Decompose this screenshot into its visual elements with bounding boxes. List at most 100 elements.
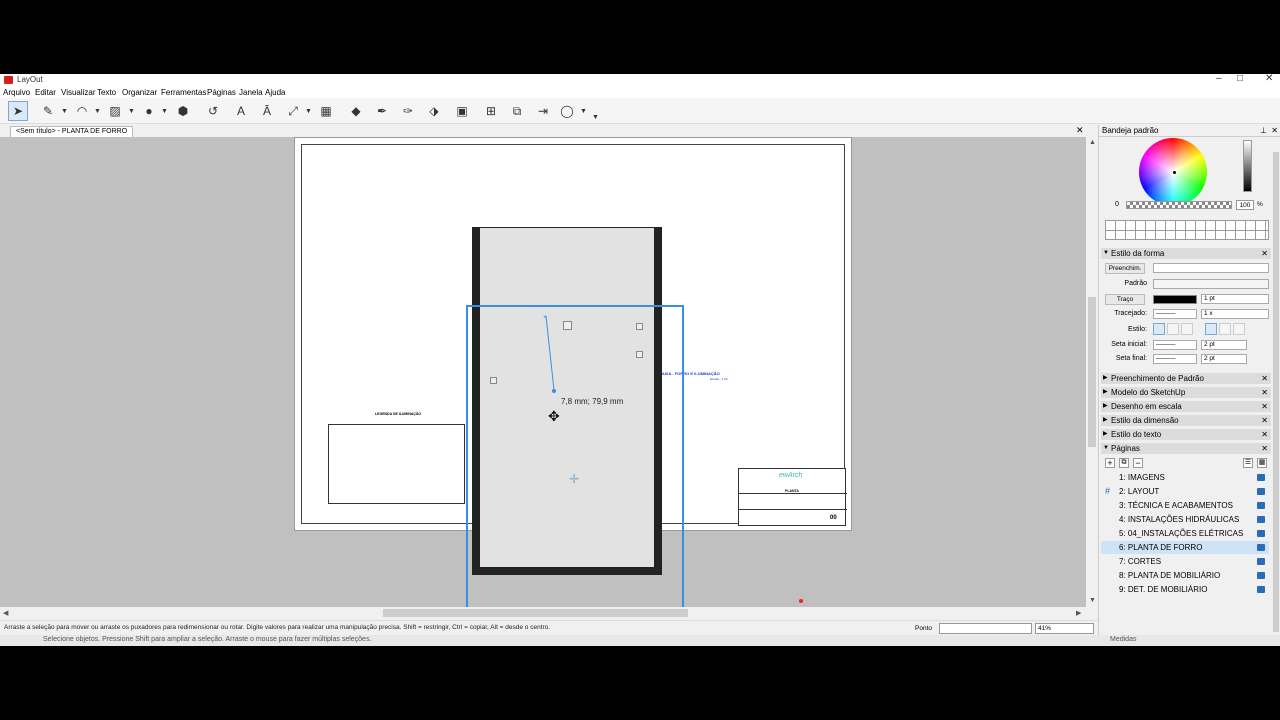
scroll-right-icon[interactable]: ▶ [1076, 609, 1081, 617]
circle-tool-icon[interactable]: ● [139, 101, 159, 121]
fill-color-field[interactable] [1153, 263, 1269, 273]
section-close-icon[interactable]: ✕ [1261, 443, 1268, 454]
vertical-scroll-thumb[interactable] [1088, 297, 1096, 447]
color-swatches[interactable] [1105, 220, 1269, 240]
fill-toggle-button[interactable]: Preenchim. [1105, 263, 1145, 274]
section-text-style[interactable]: ▶ Estilo do texto ✕ [1101, 429, 1271, 440]
presentation-page-icon[interactable] [1257, 502, 1265, 509]
page-item[interactable]: 8: PLANTA DE MOBILIÁRIO [1101, 569, 1269, 582]
split-tool-icon[interactable]: ✑ [398, 101, 418, 121]
menu-visualizar[interactable]: Visualizar [61, 88, 96, 97]
line-dropdown-icon[interactable]: ▼ [60, 101, 69, 121]
next-page-icon[interactable]: ⇥ [533, 101, 553, 121]
section-scaled-drawing[interactable]: ▶ Desenho em escala ✕ [1101, 401, 1271, 412]
menu-ajuda[interactable]: Ajuda [265, 88, 285, 97]
start-arrow-size-select[interactable]: 2 pt [1201, 340, 1247, 350]
page-item[interactable]: 5: 04_INSTALAÇÕES ELÉTRICAS [1101, 527, 1269, 540]
presentation-page-icon[interactable] [1257, 474, 1265, 481]
section-close-icon[interactable]: ✕ [1261, 415, 1268, 426]
join-style-icon[interactable] [1233, 323, 1245, 335]
style-tool-icon[interactable]: ✒ [372, 101, 392, 121]
presentation-icon[interactable]: ▣ [452, 101, 472, 121]
arc-tool-icon[interactable]: ◠ [72, 101, 92, 121]
close-icon[interactable]: ✕ [1265, 73, 1273, 84]
selection-box[interactable] [466, 305, 684, 607]
minimize-icon[interactable]: – [1216, 73, 1222, 84]
presentation-page-icon[interactable] [1257, 516, 1265, 523]
zoom-select[interactable]: 41% [1035, 623, 1094, 634]
join-style-icon[interactable] [1205, 323, 1217, 335]
menu-editar[interactable]: Editar [35, 88, 56, 97]
maximize-icon[interactable]: □ [1237, 73, 1243, 84]
presentation-page-icon[interactable] [1257, 544, 1265, 551]
section-close-icon[interactable]: ✕ [1261, 429, 1268, 440]
offset-tool-icon[interactable]: ↺ [203, 101, 223, 121]
brightness-slider[interactable] [1243, 140, 1252, 192]
cap-style-icon[interactable] [1153, 323, 1165, 335]
dash-scale-select[interactable]: 1 x [1201, 309, 1269, 319]
presentation-page-icon[interactable] [1257, 488, 1265, 495]
line-tool-icon[interactable]: ✎ [38, 101, 58, 121]
alpha-value-input[interactable]: 100 [1236, 200, 1254, 210]
horizontal-scroll-thumb[interactable] [383, 609, 688, 617]
tray-close-icon[interactable]: ✕ [1271, 125, 1278, 136]
page-item[interactable]: 4: INSTALAÇÕES HIDRÁULICAS [1101, 513, 1269, 526]
cap-style-icon[interactable] [1167, 323, 1179, 335]
tray-scroll-thumb[interactable] [1273, 152, 1279, 632]
section-close-icon[interactable]: ✕ [1261, 401, 1268, 412]
delete-page-button[interactable]: − [1133, 458, 1143, 468]
dash-style-select[interactable]: ——— [1153, 309, 1197, 319]
rectangle-dropdown-icon[interactable]: ▼ [127, 101, 136, 121]
vertical-scrollbar[interactable]: ▲ ▼ [1086, 137, 1098, 607]
section-close-icon[interactable]: ✕ [1261, 373, 1268, 384]
dimension-tool-icon[interactable]: ⤢ [283, 101, 303, 121]
pattern-field[interactable] [1153, 279, 1269, 289]
select-tool-icon[interactable]: ➤ [8, 101, 28, 121]
account-dropdown-icon[interactable]: ▼ [579, 101, 588, 121]
menu-arquivo[interactable]: Arquivo [3, 88, 30, 97]
circle-dropdown-icon[interactable]: ▼ [160, 101, 169, 121]
menu-paginas[interactable]: Páginas [207, 88, 236, 97]
table-tool-icon[interactable]: ▦ [316, 101, 336, 121]
duplicate-page-button[interactable]: ⧉ [1119, 458, 1129, 468]
add-page-button[interactable]: + [1105, 458, 1115, 468]
user-account-icon[interactable]: ◯ [557, 101, 577, 121]
scroll-down-icon[interactable]: ▼ [1089, 597, 1096, 604]
end-arrow-size-select[interactable]: 2 pt [1201, 354, 1247, 364]
add-page-icon[interactable]: ⊞ [481, 101, 501, 121]
section-sketchup-model[interactable]: ▶ Modelo do SketchUp ✕ [1101, 387, 1271, 398]
arc-dropdown-icon[interactable]: ▼ [93, 101, 102, 121]
label-tool-icon[interactable]: Ā [257, 101, 277, 121]
document-tab[interactable]: <Sem título> - PLANTA DE FORRO [10, 126, 134, 137]
presentation-page-icon[interactable] [1257, 530, 1265, 537]
presentation-page-icon[interactable] [1257, 586, 1265, 593]
scroll-up-icon[interactable]: ▲ [1089, 139, 1096, 146]
page-item[interactable]: # 2: LAYOUT [1101, 485, 1269, 498]
section-pages[interactable]: ▼ Páginas ✕ [1101, 443, 1271, 454]
polygon-tool-icon[interactable]: ⬢ [173, 101, 193, 121]
list-view-icon[interactable]: ☰ [1243, 458, 1253, 468]
alpha-slider[interactable] [1126, 201, 1232, 209]
section-close-icon[interactable]: ✕ [1261, 248, 1268, 259]
scroll-left-icon[interactable]: ◀ [3, 609, 8, 617]
presentation-page-icon[interactable] [1257, 572, 1265, 579]
horizontal-scrollbar[interactable]: ◀ ▶ [0, 607, 1086, 619]
menu-ferramentas[interactable]: Ferramentas [161, 88, 206, 97]
stroke-toggle-button[interactable]: Traço [1105, 294, 1145, 305]
cap-style-icon[interactable] [1181, 323, 1193, 335]
grid-view-icon[interactable]: ▦ [1257, 458, 1267, 468]
point-input[interactable] [939, 623, 1032, 634]
menu-organizar[interactable]: Organizar [122, 88, 157, 97]
menu-janela[interactable]: Janela [239, 88, 263, 97]
page-item[interactable]: 7: CORTES [1101, 555, 1269, 568]
page-item[interactable]: 1: IMAGENS [1101, 471, 1269, 484]
duplicate-page-icon[interactable]: ⧉ [507, 101, 527, 121]
end-arrow-style-select[interactable]: ——— [1153, 354, 1197, 364]
stroke-width-select[interactable]: 1 pt [1201, 294, 1269, 304]
menu-texto[interactable]: Texto [97, 88, 116, 97]
start-arrow-style-select[interactable]: ——— [1153, 340, 1197, 350]
tab-close-icon[interactable]: ✕ [1076, 125, 1084, 136]
section-pattern-fill[interactable]: ▶ Preenchimento de Padrão ✕ [1101, 373, 1271, 384]
page-item[interactable]: 3: TÉCNICA E ACABAMENTOS [1101, 499, 1269, 512]
pin-icon[interactable]: ⊥ [1260, 125, 1267, 136]
